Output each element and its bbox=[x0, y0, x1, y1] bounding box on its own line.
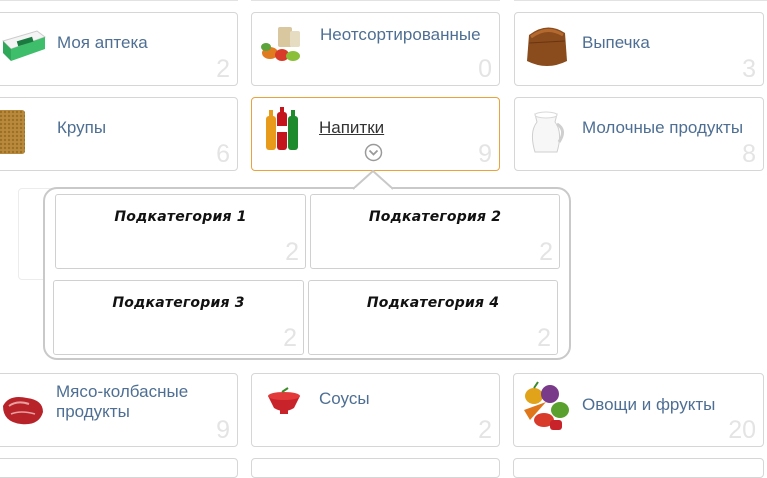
category-label: Соусы bbox=[319, 389, 370, 408]
item-count: 9 bbox=[216, 416, 230, 444]
subcategory-label: Подкатегория 2 bbox=[368, 209, 502, 225]
bread-icon bbox=[527, 27, 567, 66]
item-count: 2 bbox=[216, 55, 230, 83]
subcategory-card-2[interactable]: Подкатегория 2 2 bbox=[310, 194, 560, 269]
item-count: 2 bbox=[539, 238, 553, 266]
subcategory-popup: Подкатегория 1 2 Подкатегория 2 2 Подкат… bbox=[43, 187, 571, 360]
subcategory-card-3[interactable]: Подкатегория 3 2 bbox=[53, 280, 304, 355]
category-card-bakery[interactable]: Выпечка 3 bbox=[514, 12, 764, 86]
item-count: 6 bbox=[216, 140, 230, 168]
item-count: 9 bbox=[478, 140, 492, 168]
vegetables-icon bbox=[524, 381, 569, 430]
category-card-unsorted[interactable]: Неотсортированные 0 bbox=[251, 12, 500, 86]
category-label: Выпечка bbox=[582, 33, 650, 52]
item-count: 2 bbox=[285, 238, 299, 266]
subcategory-card-1[interactable]: Подкатегория 1 2 bbox=[55, 194, 306, 269]
category-card-dairy[interactable]: Молочные продукты 8 bbox=[514, 97, 764, 171]
category-label-line-2: продукты bbox=[56, 402, 130, 421]
row-above-edge bbox=[514, 0, 767, 1]
category-card-cereals[interactable]: Крупы 6 bbox=[0, 97, 238, 171]
category-card-meat[interactable]: Мясо-колбасные продукты 9 bbox=[0, 373, 238, 447]
sauce-bowl-icon bbox=[268, 387, 300, 414]
subcategory-card-4[interactable]: Подкатегория 4 2 bbox=[308, 280, 558, 355]
item-count: 2 bbox=[478, 416, 492, 444]
category-label: Крупы bbox=[57, 118, 107, 137]
item-count: 3 bbox=[742, 55, 756, 83]
chevron-down-icon[interactable] bbox=[364, 143, 383, 162]
category-label: Неотсортированные bbox=[320, 25, 481, 44]
item-count: 20 bbox=[728, 416, 756, 444]
subcategory-label: Подкатегория 1 bbox=[114, 209, 247, 225]
item-count: 0 bbox=[478, 55, 492, 83]
category-label: Мясо-колбасные продукты bbox=[56, 382, 188, 422]
category-label[interactable]: Напитки bbox=[319, 118, 384, 138]
meat-icon bbox=[3, 397, 43, 425]
category-card-partial[interactable] bbox=[251, 458, 500, 478]
category-card-sauces[interactable]: Соусы 2 bbox=[251, 373, 500, 447]
category-label-line-1: Мясо-колбасные bbox=[56, 382, 189, 401]
category-label: Овощи и фрукты bbox=[582, 395, 716, 414]
row-above-edge bbox=[251, 0, 500, 1]
cereal-bag-icon bbox=[0, 110, 25, 154]
category-label: Молочные продукты bbox=[582, 118, 744, 137]
popup-pointer bbox=[353, 170, 393, 190]
groceries-icon bbox=[261, 27, 300, 61]
category-label: Моя аптека bbox=[57, 33, 148, 52]
item-count: 2 bbox=[537, 324, 551, 352]
drink-bottles-icon bbox=[266, 107, 298, 150]
subcategory-label: Подкатегория 3 bbox=[112, 295, 245, 311]
item-count: 2 bbox=[283, 324, 297, 352]
milk-jug-icon bbox=[531, 111, 564, 153]
row-above-edge bbox=[0, 0, 238, 1]
pharmacy-box-icon bbox=[2, 30, 47, 61]
category-card-partial[interactable] bbox=[0, 458, 238, 478]
category-card-vegetables-fruits[interactable]: Овощи и фрукты 20 bbox=[513, 373, 764, 447]
category-card-my-pharmacy[interactable]: Моя аптека 2 bbox=[0, 12, 238, 86]
category-card-partial[interactable] bbox=[513, 458, 764, 478]
item-count: 8 bbox=[742, 140, 756, 168]
subcategory-label: Подкатегория 4 bbox=[366, 295, 500, 311]
